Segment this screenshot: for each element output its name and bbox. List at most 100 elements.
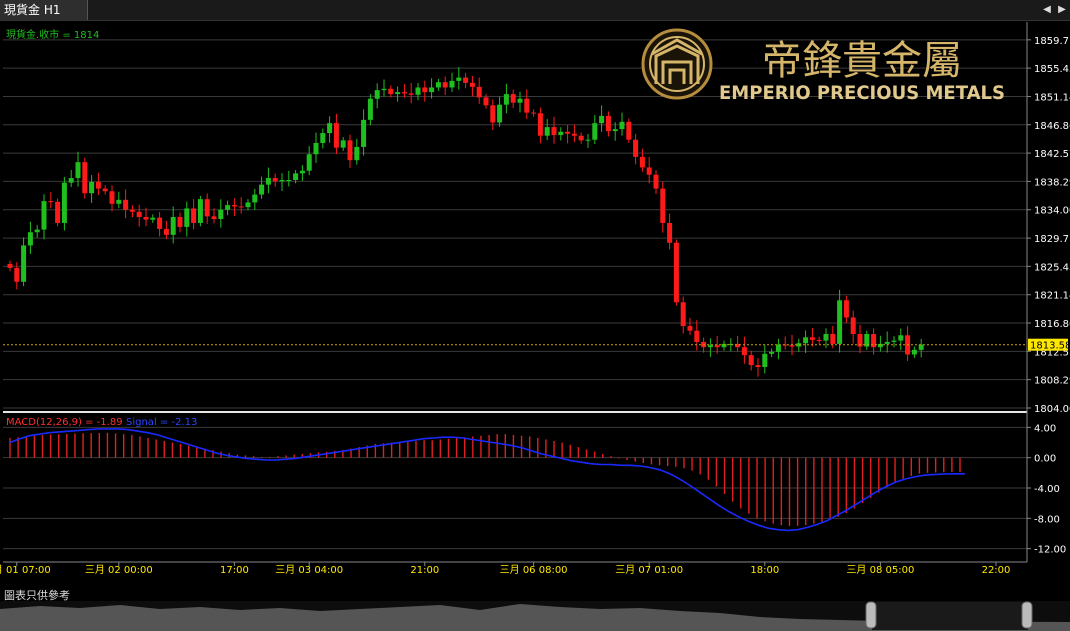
candle xyxy=(231,198,237,217)
price-tick-label: 1855.43 xyxy=(1034,64,1070,75)
candle-body xyxy=(673,242,679,303)
candle xyxy=(422,80,428,102)
navigator-right-handle[interactable] xyxy=(1021,601,1033,629)
candle-body xyxy=(204,199,210,217)
last-price-label: 1813.58 xyxy=(1030,341,1070,352)
chart-canvas[interactable]: 1859.71 1855.43 1851.14 1846.86 1842.57 1838.… xyxy=(0,0,1070,601)
candle xyxy=(27,221,33,255)
candle xyxy=(272,173,278,187)
candle xyxy=(55,198,61,227)
price-tick-label: 1834.00 xyxy=(1034,206,1070,217)
time-label: 三月 03 04:00 xyxy=(275,564,343,576)
candle xyxy=(129,205,135,218)
candle-body xyxy=(497,104,503,123)
time-label: 三月 08 05:00 xyxy=(846,564,914,576)
candle xyxy=(68,169,74,188)
candle-body xyxy=(816,339,822,341)
candle-body xyxy=(619,121,625,130)
candle-body xyxy=(89,181,95,194)
candle xyxy=(544,119,550,141)
candle xyxy=(673,239,679,306)
price-tick-label: 1808.29 xyxy=(1034,376,1070,387)
candle-body xyxy=(422,87,428,93)
candle-body xyxy=(789,345,795,347)
candle xyxy=(238,197,244,214)
candle xyxy=(864,330,870,350)
candle xyxy=(429,78,435,99)
candle xyxy=(136,204,142,227)
candle-body xyxy=(21,245,27,282)
candle xyxy=(748,350,754,371)
candle-body xyxy=(524,98,530,113)
time-label: 三月 01 07:00 xyxy=(0,564,51,576)
candle-body xyxy=(197,199,203,223)
candle-body xyxy=(755,365,761,368)
candle xyxy=(537,107,543,144)
candle xyxy=(211,208,217,224)
candle xyxy=(843,295,849,323)
candle xyxy=(565,124,571,144)
candle-body xyxy=(41,201,47,230)
candle-body xyxy=(503,94,509,105)
candle xyxy=(469,75,475,97)
candle xyxy=(306,146,312,176)
time-label: 22:00 xyxy=(982,565,1011,576)
candle-body xyxy=(116,199,122,204)
candle-body xyxy=(843,300,849,318)
candle-body xyxy=(367,98,373,120)
candle xyxy=(381,79,387,97)
candle xyxy=(408,82,414,104)
candle-body xyxy=(143,217,149,220)
candle-body xyxy=(667,222,673,243)
candle-body xyxy=(361,119,367,147)
candle xyxy=(741,336,747,364)
candle-body xyxy=(286,180,292,181)
candle-body xyxy=(299,170,305,174)
candle-body xyxy=(646,167,652,175)
candle-body xyxy=(762,353,768,368)
candle-body xyxy=(565,131,571,134)
signal-legend: Signal = -2.13 xyxy=(126,417,197,428)
candle xyxy=(354,138,360,165)
candle-body xyxy=(55,201,61,223)
candle-body xyxy=(265,178,271,185)
candle xyxy=(551,116,557,144)
candle xyxy=(877,335,883,352)
price-tick-label: 1859.71 xyxy=(1034,36,1070,47)
navigator-window[interactable] xyxy=(872,602,1028,630)
candle xyxy=(510,89,516,109)
candle xyxy=(347,134,353,168)
candle xyxy=(313,132,319,163)
candle-body xyxy=(401,92,407,94)
candle-body xyxy=(435,82,441,88)
candle-body xyxy=(490,105,496,123)
candle-body xyxy=(7,263,13,268)
candle xyxy=(184,201,190,237)
price-axis: 1859.71 1855.43 1851.14 1846.86 1842.57 1838.… xyxy=(1027,36,1070,415)
candle-body xyxy=(61,182,67,223)
candle-body xyxy=(483,97,489,106)
time-label: 21:00 xyxy=(410,565,439,576)
navigator[interactable] xyxy=(0,601,1070,631)
candle xyxy=(7,260,13,272)
candle-body xyxy=(14,267,20,282)
candle-body xyxy=(911,349,917,355)
macd-histogram xyxy=(9,432,961,526)
candle xyxy=(721,340,727,351)
candle-body xyxy=(157,217,163,229)
candle xyxy=(911,346,917,358)
candle-body xyxy=(163,228,169,235)
price-tick-label: 1821.14 xyxy=(1034,291,1070,302)
navigator-left-handle[interactable] xyxy=(865,601,877,629)
candle-body xyxy=(381,88,387,91)
candle xyxy=(524,89,530,120)
candle-body xyxy=(129,209,135,212)
candle-body xyxy=(918,344,924,350)
candle-body xyxy=(769,351,775,354)
candle-body xyxy=(660,188,666,223)
candle-body xyxy=(837,300,843,344)
candle xyxy=(401,84,407,98)
macd-tick-label: -12.00 xyxy=(1034,545,1066,556)
candle-body xyxy=(639,156,645,168)
candle-body xyxy=(476,86,482,98)
